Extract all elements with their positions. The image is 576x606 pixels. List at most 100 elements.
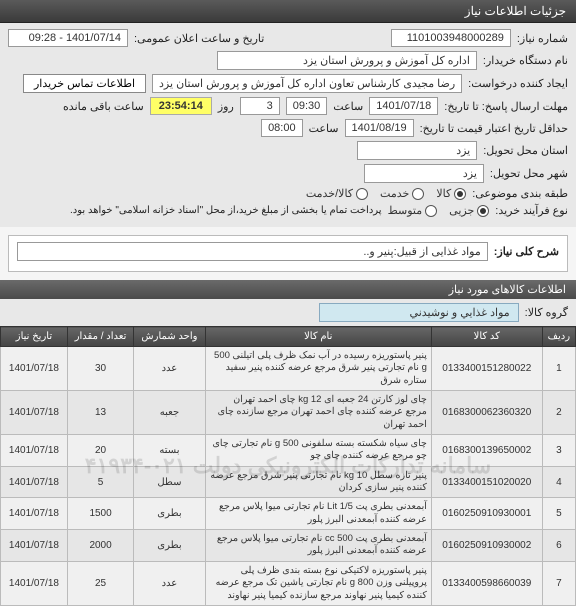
desc-label: شرح کلی نیاز: [494, 245, 559, 258]
cell-name: پنیر پاستوریزه رسیده در آب نمک ظرف پلی ا… [205, 347, 431, 391]
cell-unit: عدد [134, 561, 205, 605]
need-description-box: شرح کلی نیاز: مواد غذایی از قبیل:پنیر و.… [8, 235, 568, 272]
subject-cat-label: طبقه بندی موضوعی: [472, 187, 568, 200]
radio-medium-label: متوسط [388, 204, 423, 217]
city-field: یزد [364, 164, 484, 183]
cell-unit: جعبه [134, 391, 205, 435]
buyer-label: نام دستگاه خریدار: [483, 54, 568, 67]
radio-minor-label: جزیی [449, 204, 474, 217]
info-panel: شماره نیاز: 1101003948000289 تاریخ و ساع… [0, 23, 576, 227]
section-title: جزئیات اطلاعات نیاز [465, 4, 566, 18]
cell-unit: بسته [134, 435, 205, 467]
validity-time-field: 08:00 [261, 119, 303, 137]
th-qty: تعداد / مقدار [67, 327, 133, 347]
radio-medium[interactable]: متوسط [388, 204, 438, 217]
table-row[interactable]: 40133400151020020پنیر تازه سطل 10 kg نام… [1, 466, 576, 498]
cell-row: 7 [542, 561, 575, 605]
cell-qty: 30 [67, 347, 133, 391]
radio-both-label: کالا/خدمت [306, 187, 353, 200]
table-row[interactable]: 50160250910930001آبمعدنی بطری پت 1/5 Lit… [1, 498, 576, 530]
cell-unit: عدد [134, 347, 205, 391]
radio-minor[interactable]: جزیی [449, 204, 489, 217]
desc-field: مواد غذایی از قبیل:پنیر و.. [17, 242, 488, 261]
province-label: استان محل تحویل: [483, 144, 568, 157]
cell-unit: بطری [134, 498, 205, 530]
city-label: شهر محل تحویل: [490, 167, 568, 180]
goods-section-title: اطلاعات کالاهای مورد نیاز [449, 284, 566, 296]
cell-code: 0168300139650002 [431, 435, 542, 467]
announce-field: 1401/07/14 - 09:28 [8, 29, 128, 47]
announce-label: تاریخ و ساعت اعلان عمومی: [134, 32, 264, 45]
group-label: گروه کالا: [525, 306, 568, 319]
cell-code: 0133400598660039 [431, 561, 542, 605]
cell-qty: 25 [67, 561, 133, 605]
table-row[interactable]: 20168300062360320چای لوز کارتن 24 جعبه ا… [1, 391, 576, 435]
need-no-label: شماره نیاز: [517, 32, 568, 45]
validity-label: حداقل تاریخ اعتبار قیمت تا تاریخ: [420, 122, 568, 135]
th-name: نام کالا [205, 327, 431, 347]
cell-name: پنیر پاستوریزه لاکتیکی نوع بسته بندی ظرف… [205, 561, 431, 605]
cell-code: 0133400151020020 [431, 466, 542, 498]
days-label: روز [218, 100, 234, 113]
cell-row: 3 [542, 435, 575, 467]
cell-code: 0160250910930001 [431, 498, 542, 530]
th-date: تاریخ نیاز [1, 327, 68, 347]
table-row[interactable]: 10133400151280022پنیر پاستوریزه رسیده در… [1, 347, 576, 391]
goods-table-wrap: سامانه تدارکات الکترونیکی دولت ۰۲۱-۴۱۹۳۴… [0, 326, 576, 606]
cell-row: 1 [542, 347, 575, 391]
cell-row: 2 [542, 391, 575, 435]
goods-section-header: اطلاعات کالاهای مورد نیاز [0, 280, 576, 299]
cell-name: چای سیاه شکسته بسته سلفونی 500 g نام تجا… [205, 435, 431, 467]
th-row: ردیف [542, 327, 575, 347]
cell-unit: سطل [134, 466, 205, 498]
requester-field: رضا مجیدی کارشناس تعاون اداره کل آموزش و… [152, 74, 462, 93]
cell-code: 0133400151280022 [431, 347, 542, 391]
contact-buyer-button[interactable]: اطلاعات تماس خریدار [23, 74, 146, 93]
cell-qty: 20 [67, 435, 133, 467]
radio-circle-icon [454, 188, 466, 200]
group-field[interactable]: مواد غذايي و نوشيدني [319, 303, 519, 322]
purchase-radio-group: جزیی متوسط [388, 204, 490, 217]
deadline-time-field: 09:30 [286, 97, 328, 115]
cell-row: 5 [542, 498, 575, 530]
cell-date: 1401/07/18 [1, 391, 68, 435]
radio-service-label: خدمت [380, 187, 409, 200]
cell-date: 1401/07/18 [1, 498, 68, 530]
remaining-time: 23:54:14 [150, 97, 212, 115]
remaining-label: ساعت باقی مانده [63, 100, 144, 113]
table-row[interactable]: 30168300139650002چای سیاه شکسته بسته سلف… [1, 435, 576, 467]
goods-group-row: گروه کالا: مواد غذايي و نوشيدني [0, 299, 576, 326]
goods-table: ردیف کد کالا نام کالا واحد شمارش تعداد /… [0, 326, 576, 606]
need-no-field: 1101003948000289 [391, 29, 511, 47]
th-code: کد کالا [431, 327, 542, 347]
purchase-type-label: نوع فرآیند خرید: [495, 204, 568, 217]
requester-label: ایجاد کننده درخواست: [468, 77, 568, 90]
radio-circle-icon [425, 205, 437, 217]
deadline-date-field: 1401/07/18 [369, 97, 438, 115]
table-header-row: ردیف کد کالا نام کالا واحد شمارش تعداد /… [1, 327, 576, 347]
radio-both[interactable]: کالا/خدمت [306, 187, 368, 200]
th-unit: واحد شمارش [134, 327, 205, 347]
cell-code: 0168300062360320 [431, 391, 542, 435]
cell-qty: 5 [67, 466, 133, 498]
validity-date-field: 1401/08/19 [345, 119, 414, 137]
cell-qty: 1500 [67, 498, 133, 530]
province-field: یزد [357, 141, 477, 160]
radio-goods-label: کالا [436, 187, 451, 200]
cell-date: 1401/07/18 [1, 347, 68, 391]
cell-date: 1401/07/18 [1, 466, 68, 498]
radio-goods[interactable]: کالا [436, 187, 466, 200]
table-row[interactable]: 70133400598660039پنیر پاستوریزه لاکتیکی … [1, 561, 576, 605]
cell-date: 1401/07/18 [1, 561, 68, 605]
days-field: 3 [240, 97, 280, 115]
cell-name: چای لوز کارتن 24 جعبه ای 12 kg چای احمد … [205, 391, 431, 435]
radio-circle-icon [356, 188, 368, 200]
cell-name: پنیر تازه سطل 10 kg نام تجارتی پنیر شرق … [205, 466, 431, 498]
cell-name: آبمعدنی بطری پت 1/5 Lit نام تجارتی میوا … [205, 498, 431, 530]
radio-service[interactable]: خدمت [380, 187, 424, 200]
time-label-1: ساعت [333, 100, 363, 113]
subject-radio-group: کالا خدمت کالا/خدمت [306, 187, 466, 200]
radio-circle-icon [477, 205, 489, 217]
radio-circle-icon [412, 188, 424, 200]
buyer-field: اداره کل آموزش و پرورش استان یزد [217, 51, 477, 70]
